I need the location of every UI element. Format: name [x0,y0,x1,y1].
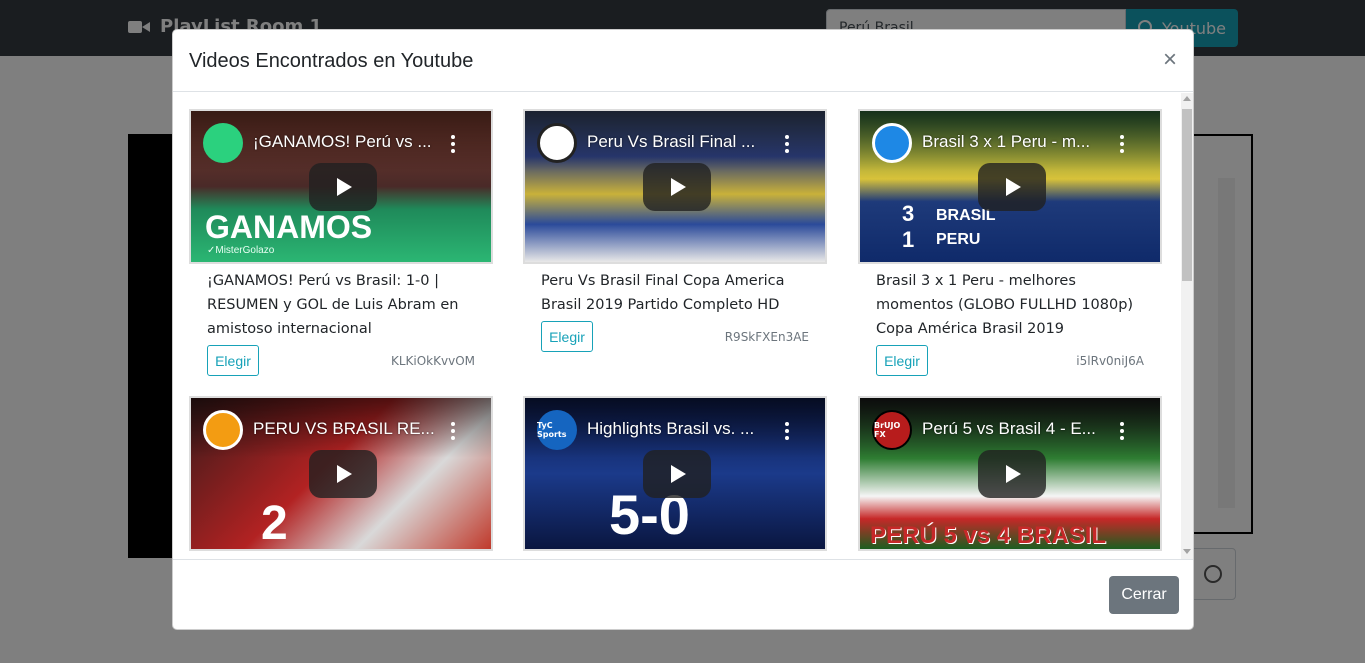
more-options-icon[interactable] [1120,135,1124,153]
thumbnail-title: Highlights Brasil vs. ... [587,419,755,438]
video-thumbnail[interactable]: 2 PERU VS BRASIL RE... [189,396,493,551]
video-card: 2 PERU VS BRASIL RE... [189,396,493,556]
video-title: Brasil 3 x 1 Peru - melhores momentos (G… [876,273,1134,337]
play-icon[interactable] [309,163,377,211]
score-away: 1 [902,227,915,252]
scroll-up-arrow-icon[interactable] [1183,96,1191,101]
thumbnail-title: Brasil 3 x 1 Peru - m... [922,132,1091,151]
score-home: 3 [902,201,915,226]
thumbnail-overlay-text: PERÚ 5 vs 4 BRASIL [870,522,1107,549]
elegir-button[interactable]: Elegir [541,321,593,352]
more-options-icon[interactable] [1120,422,1124,440]
thumbnail-overlay-subtext: ✓MisterGolazo [207,245,275,256]
more-options-icon[interactable] [451,422,455,440]
youtube-results-modal: Videos Encontrados en Youtube × GANAMOS … [172,29,1194,630]
play-icon[interactable] [309,450,377,498]
video-thumbnail[interactable]: PERÚ 5 vs 4 BRASIL BrUJO FX Perú 5 vs Br… [858,396,1162,551]
more-options-icon[interactable] [451,135,455,153]
thumbnail-title: Perú 5 vs Brasil 4 - E... [922,419,1096,438]
more-options-icon[interactable] [785,135,789,153]
video-thumbnail[interactable]: Peru Vs Brasil Final ... [523,109,827,264]
video-card: 5-0 TyC Sports Highlights Brasil vs. ... [523,396,827,556]
play-icon[interactable] [978,163,1046,211]
video-thumbnail[interactable]: GANAMOS ✓MisterGolazo ¡GANAMOS! Perú vs … [189,109,493,264]
video-card: Peru Vs Brasil Final ... Peru Vs Brasil … [523,109,827,379]
video-card: PERÚ 5 vs 4 BRASIL BrUJO FX Perú 5 vs Br… [858,396,1162,556]
video-id: KLKiOkKvvOM [390,354,475,368]
channel-logo-icon [872,123,912,163]
video-id: i5lRv0niJ6A [1076,354,1144,368]
channel-logo-icon: BrUJO FX [872,410,912,450]
video-title: Peru Vs Brasil Final Copa America Brasil… [541,273,785,313]
channel-logo-icon [203,123,243,163]
modal-header: Videos Encontrados en Youtube × [173,30,1193,92]
more-options-icon[interactable] [785,422,789,440]
modal-footer: Cerrar [173,559,1193,629]
play-icon[interactable] [643,450,711,498]
soccer-ball-icon [537,123,577,163]
video-card: GANAMOS ✓MisterGolazo ¡GANAMOS! Perú vs … [189,109,493,379]
channel-logo-icon: TyC Sports [537,410,577,450]
play-icon[interactable] [643,163,711,211]
thumbnail-overlay-text: GANAMOS [205,209,373,245]
thumbnail-title: ¡GANAMOS! Perú vs ... [253,132,432,151]
modal-title: Videos Encontrados en Youtube [189,50,474,72]
elegir-button[interactable]: Elegir [207,345,259,376]
thumbnail-title: Peru Vs Brasil Final ... [587,132,756,151]
channel-logo-icon [203,410,243,450]
cerrar-button[interactable]: Cerrar [1109,576,1179,614]
scroll-down-arrow-icon[interactable] [1183,549,1191,554]
modal-scrollbar[interactable] [1181,93,1193,559]
play-icon[interactable] [978,450,1046,498]
modal-body: GANAMOS ✓MisterGolazo ¡GANAMOS! Perú vs … [173,93,1193,559]
video-card: 3 BRASIL 1 PERU Brasil 3 x 1 Peru - m...… [858,109,1162,379]
video-title: ¡GANAMOS! Perú vs Brasil: 1-0 | RESUMEN … [207,273,459,337]
thumbnail-title: PERU VS BRASIL RE... [253,419,435,438]
elegir-button[interactable]: Elegir [876,345,928,376]
thumbnail-overlay-text: 2 [261,497,288,550]
video-thumbnail[interactable]: 5-0 TyC Sports Highlights Brasil vs. ... [523,396,827,551]
video-thumbnail[interactable]: 3 BRASIL 1 PERU Brasil 3 x 1 Peru - m... [858,109,1162,264]
scroll-thumb[interactable] [1182,109,1192,281]
close-button[interactable]: × [1158,44,1182,76]
team-away: PERU [936,231,981,248]
video-id: R9SkFXEn3AE [724,330,809,344]
